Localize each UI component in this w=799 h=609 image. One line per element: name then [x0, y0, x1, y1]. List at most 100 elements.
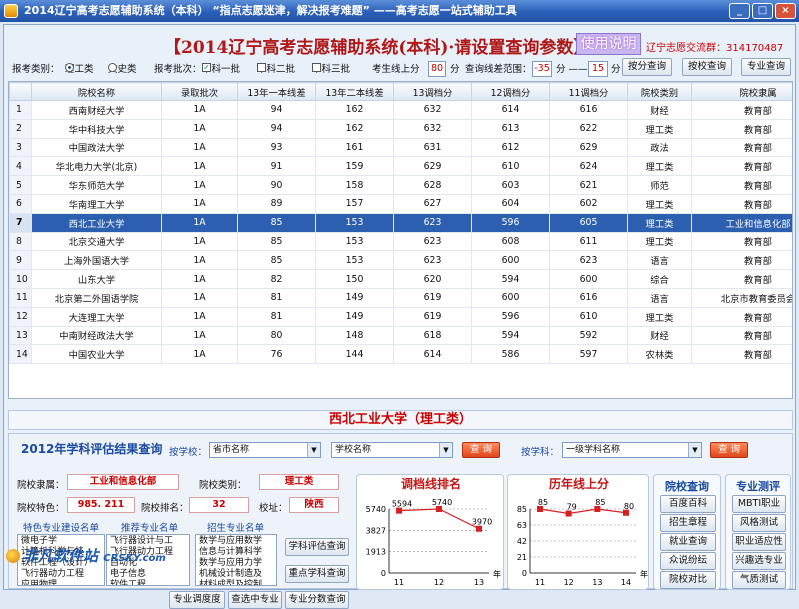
column-header[interactable]: 13年二本线差 [315, 82, 394, 101]
column-header[interactable]: 13调档分 [393, 82, 472, 101]
table-cell: 1 [9, 100, 32, 120]
column-header[interactable]: 院校隶属 [691, 82, 792, 101]
rank-value: 32 [189, 497, 249, 513]
province-select[interactable]: 省市名称 ▼ [209, 442, 321, 458]
close-button[interactable]: × [775, 3, 796, 19]
batch-label: 报考批次： [154, 64, 202, 75]
column-header[interactable]: 院校类别 [627, 82, 692, 101]
table-cell: 629 [393, 156, 472, 177]
results-grid[interactable]: 院校名称 录取批次 13年一本线差 13年二本线差 13调档分 12调档分 11调档分 院校类… [8, 81, 793, 399]
table-cell: 1A [161, 287, 238, 308]
select-major-button[interactable]: 查选中专业 [228, 591, 282, 609]
table-row[interactable]: 5 华东师范大学 1A 90 158 628 603 621 师范 教育部 [9, 175, 792, 195]
subject-eval-query-button[interactable]: 查 询 [710, 442, 748, 458]
school-query-button[interactable]: 按校查询 [682, 58, 732, 76]
table-cell: 中国农业大学 [31, 344, 162, 365]
major_test-button[interactable]: 风格测试 [732, 514, 786, 532]
category-option-science[interactable]: 理工类 [65, 61, 94, 75]
column-header[interactable]: 13年一本线差 [237, 82, 316, 101]
column-header[interactable]: 录取批次 [161, 82, 238, 101]
list-item[interactable]: 数学与应用数学 [199, 536, 273, 547]
category-label: 报考类别： [12, 64, 60, 75]
batch-option-1[interactable]: ✓ 本科一批 [202, 61, 240, 75]
table-cell: 611 [549, 231, 628, 252]
table-cell: 85 [237, 231, 316, 252]
maximize-button[interactable]: □ [752, 3, 773, 19]
table-row[interactable]: 3 中国政法大学 1A 93 161 631 612 629 政法 教育部 [9, 137, 792, 158]
table-cell: 1A [161, 156, 238, 177]
table-row[interactable]: 12 大连理工大学 1A 81 149 619 596 610 理工类 教育部 [9, 306, 792, 327]
major_test-button[interactable]: MBTI职业 [732, 495, 786, 513]
table-row[interactable]: 11 北京第二外国语学院 1A 81 149 619 600 616 语言 北京市教育委员会 [9, 287, 792, 308]
main-panel: 【2014辽宁高考志愿辅助系统(本科)·请设置查询参数】 使用说明 辽宁志愿交流… [3, 24, 796, 609]
column-header[interactable]: 院校名称 [31, 82, 162, 101]
y-tick-label: 85 [517, 505, 527, 514]
table-cell: 162 [315, 118, 394, 139]
score-up-input[interactable]: 80 [428, 61, 446, 77]
list-item[interactable]: 机械设计制造及 [199, 569, 273, 580]
table-row[interactable]: 8 北京交通大学 1A 85 153 623 608 611 理工类 教育部 [9, 231, 792, 252]
table-cell: 3 [9, 137, 32, 158]
major_test-button[interactable]: 职业适应性 [732, 533, 786, 551]
admission-majors-list[interactable]: 数学与应用数学信息与计算科学数学与应用力学机械设计制造及材料成型及控制计算机科学… [195, 534, 277, 586]
table-cell: 综合 [627, 269, 692, 289]
subject-eval-button[interactable]: 学科评估查询 [285, 538, 349, 556]
table-row[interactable]: 14 中国农业大学 1A 76 144 614 586 597 农林类 教育部 [9, 344, 792, 365]
table-cell: 7 [9, 212, 32, 233]
school_query-button[interactable]: 就业查询 [660, 533, 716, 551]
table-cell: 理工类 [627, 118, 692, 139]
school_query-button[interactable]: 众说纷纭 [660, 552, 716, 570]
table-row[interactable]: 13 中南财经政法大学 1A 80 148 618 594 592 财经 教育部 [9, 325, 792, 346]
school_query-button[interactable]: 招生章程 [660, 514, 716, 532]
subject-select[interactable]: 一级学科名称 ▼ [562, 442, 702, 458]
school-eval-query-button[interactable]: 查 询 [462, 442, 500, 458]
school_query-button[interactable]: 院校对比 [660, 571, 716, 589]
table-row[interactable]: 1 西南财经大学 1A 94 162 632 614 616 财经 教育部 [9, 100, 792, 120]
table-row[interactable]: 10 山东大学 1A 82 150 620 594 600 综合 教育部 [9, 269, 792, 289]
key-subject-button[interactable]: 重点学科查询 [285, 565, 349, 583]
checkbox-icon [312, 63, 321, 72]
x-tick-label: 12 [564, 578, 574, 587]
window-title: 2014辽宁高考志愿辅助系统（本科） “指点志愿迷津，解决报考难题” ——高考志… [24, 4, 517, 17]
school_query-button[interactable]: 百度百科 [660, 495, 716, 513]
list-item[interactable]: 软件工程 [110, 580, 186, 585]
table-row[interactable]: 7 西北工业大学 1A 85 153 623 596 605 理工类 工业和信息化部 [9, 212, 792, 233]
help-button[interactable]: 使用说明 [576, 33, 641, 55]
table-cell: 600 [471, 287, 550, 308]
table-row[interactable]: 9 上海外国语大学 1A 85 153 623 600 623 语言 教育部 [9, 250, 792, 271]
school-select[interactable]: 学校名称 ▼ [331, 442, 453, 458]
table-cell: 语言 [627, 250, 692, 271]
list-item[interactable]: 材料成型及控制 [199, 580, 273, 585]
list-item[interactable]: 信息与计算科学 [199, 547, 273, 558]
major_test-button[interactable]: 气质测试 [732, 571, 786, 589]
table-cell: 621 [549, 175, 628, 195]
list-item[interactable]: 应用物理 [21, 580, 101, 585]
major-score-button[interactable]: 专业分数查询 [285, 591, 349, 609]
table-cell: 北京市教育委员会 [691, 287, 792, 308]
data-label: 5594 [392, 500, 412, 509]
column-header[interactable] [9, 82, 32, 101]
table-cell: 1A [161, 325, 238, 346]
list-item[interactable]: 飞行器动力工程 [21, 569, 101, 580]
table-cell: 8 [9, 231, 32, 252]
table-row[interactable]: 4 华北电力大学(北京) 1A 91 159 629 610 624 理工类 教育部 [9, 156, 792, 177]
table-cell: 93 [237, 137, 316, 158]
column-header[interactable]: 12调档分 [471, 82, 550, 101]
batch-option-2[interactable]: 本科二批 [257, 61, 295, 75]
rank-chart-svg: 调档线排名 5740 3827 1913 0 5594 11 5740 12 3970 13 年 [366, 476, 501, 587]
list-item[interactable]: 数学与应用力学 [199, 558, 273, 569]
major_test-button[interactable]: 兴趣选专业 [732, 552, 786, 570]
batch-option-3[interactable]: 本科三批 [312, 61, 350, 75]
range-max-input[interactable]: 15 [588, 61, 608, 77]
major-fit-button[interactable]: 专业调度度 [169, 591, 225, 609]
table-row[interactable]: 2 华中科技大学 1A 94 162 632 613 622 理工类 教育部 [9, 118, 792, 139]
list-item[interactable]: 电子信息 [110, 569, 186, 580]
score-up-label: 考生线上分 [372, 64, 420, 75]
category-option-arts[interactable]: 文史类 [108, 61, 137, 75]
score-query-button[interactable]: 按分查询 [622, 58, 672, 76]
minimize-button[interactable]: _ [729, 3, 750, 19]
column-header[interactable]: 11调档分 [549, 82, 628, 101]
major-query-button[interactable]: 专业查询 [741, 58, 791, 76]
table-row[interactable]: 6 华南理工大学 1A 89 157 627 604 602 理工类 教育部 [9, 193, 792, 214]
range-min-input[interactable]: -35 [532, 61, 552, 77]
